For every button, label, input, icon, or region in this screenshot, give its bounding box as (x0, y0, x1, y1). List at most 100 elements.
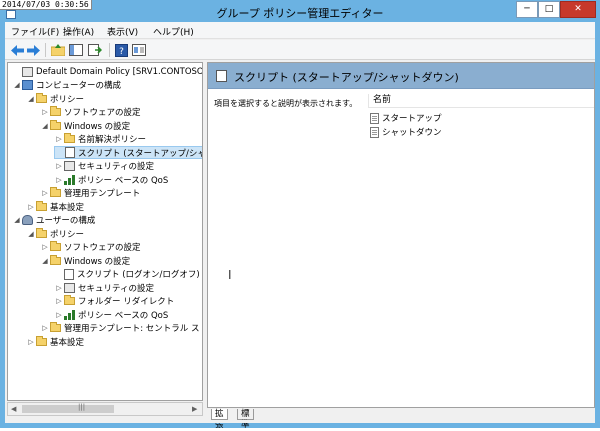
list-item-shutdown[interactable]: シャットダウン (370, 126, 442, 138)
script-file-icon (370, 112, 379, 124)
folder-icon (36, 227, 47, 238)
list-item-startup[interactable]: スタートアップ (370, 112, 442, 124)
user-icon (22, 215, 33, 225)
tree-node[interactable]: ▷ 名前解決ポリシー (54, 133, 146, 146)
collapse-icon[interactable]: ◢ (12, 216, 22, 224)
menu-view[interactable]: 表示(V) (107, 25, 138, 38)
tree-node[interactable]: ▷ セキュリティの設定 (54, 160, 154, 173)
menu-help[interactable]: ヘルプ(H) (153, 25, 194, 38)
console-tree-icon[interactable] (68, 42, 84, 58)
expand-icon[interactable]: ▷ (54, 135, 64, 143)
tree-node[interactable]: Default Domain Policy [SRV1.CONTOSO. (12, 65, 202, 78)
up-folder-icon[interactable] (50, 42, 66, 58)
tree-node-label: ソフトウェアの設定 (64, 108, 141, 118)
collapse-icon[interactable]: ◢ (26, 230, 36, 238)
column-header-name[interactable]: 名前 (368, 94, 594, 108)
tree-node-label: ユーザーの構成 (36, 216, 96, 226)
list-item-label: スタートアップ (382, 114, 442, 124)
tree-node-label: スクリプト (スタートアップ/シャットダ (78, 148, 202, 159)
menu-action[interactable]: 操作(A) (63, 25, 94, 38)
tree-node[interactable]: ▷ ポリシー ベースの QoS (54, 308, 168, 321)
tree-node[interactable]: ◢ ポリシー (26, 227, 84, 240)
menu-bar: ファイル(F) 操作(A) 表示(V) ヘルプ(H) (5, 22, 595, 39)
expand-icon[interactable]: ▷ (40, 324, 50, 332)
expand-icon[interactable]: ▷ (26, 203, 36, 211)
expand-icon[interactable]: ▷ (54, 297, 64, 305)
expand-icon[interactable]: ▷ (40, 243, 50, 251)
tree-node-label: 管理用テンプレート: セントラル ストアか (64, 324, 202, 334)
tree-node[interactable]: ▷ ソフトウェアの設定 (40, 106, 141, 119)
console-tree[interactable]: Default Domain Policy [SRV1.CONTOSO. ◢ コンピ… (7, 62, 203, 401)
tree-node[interactable]: ▷ 基本設定 (26, 335, 84, 348)
client-area: ファイル(F) 操作(A) 表示(V) ヘルプ(H) ? Default Dom… (5, 22, 595, 430)
tree-node-label: 基本設定 (50, 337, 85, 348)
tree-node[interactable]: ◢ ポリシー (26, 92, 84, 105)
scroll-grip: ||| (78, 403, 86, 411)
tree-node-label: セキュリティの設定 (78, 283, 154, 294)
text-cursor-icon: I (228, 268, 232, 282)
tree-node[interactable]: ▷ セキュリティの設定 (54, 281, 154, 294)
qos-chart-icon (64, 309, 75, 320)
details-header: スクリプト (スタートアップ/シャットダウン) (208, 63, 594, 89)
tree-node[interactable]: ▷ 管理用テンプレート: セントラル ストアか (40, 322, 202, 335)
tree-node[interactable]: ▷ フォルダー リダイレクト (54, 295, 174, 308)
folder-icon (36, 92, 47, 103)
timestamp-overlay: 2014/07/03 0:30:56 (0, 0, 92, 10)
tree-node-label: ポリシー ベースの QoS (78, 310, 169, 321)
minimize-button[interactable]: ─ (516, 1, 538, 18)
tree-node-label: ポリシー ベースの QoS (78, 175, 169, 186)
help-icon[interactable]: ? (113, 42, 129, 58)
script-doc-icon (216, 70, 227, 82)
details-pane: スクリプト (スタートアップ/シャットダウン) 項目を選択すると説明が表示されま… (207, 62, 595, 408)
description-text: 項目を選択すると説明が表示されます。 (214, 99, 358, 108)
tree-node-label: Windows の設定 (64, 256, 131, 267)
scroll-thumb[interactable]: ||| (22, 403, 114, 413)
tree-node[interactable]: スクリプト (スタートアップ/シャットダ (54, 146, 202, 159)
tree-node[interactable]: スクリプト (ログオン/ログオフ) (54, 268, 200, 281)
maximize-button[interactable]: □ (538, 1, 560, 18)
tree-node[interactable]: ▷ 基本設定 (26, 200, 84, 213)
expand-icon[interactable]: ▷ (40, 108, 50, 116)
collapse-icon[interactable]: ◢ (26, 95, 36, 103)
expand-icon[interactable]: ▷ (54, 284, 64, 292)
close-button[interactable]: ✕ (560, 1, 596, 18)
tab-extended[interactable]: 拡張 (211, 409, 228, 430)
script-doc-icon (64, 268, 74, 280)
script-file-icon (370, 126, 379, 138)
expand-icon[interactable]: ▷ (54, 311, 64, 319)
qos-chart-icon (64, 174, 75, 185)
tree-node[interactable]: ◢ ユーザーの構成 (12, 214, 95, 227)
tree-node[interactable]: ◢ Windows の設定 (40, 254, 130, 267)
tree-node[interactable]: ▷ 管理用テンプレート (40, 187, 140, 200)
properties-view-icon[interactable] (131, 42, 147, 58)
menu-file[interactable]: ファイル(F) (11, 25, 59, 38)
tab-standard[interactable]: 標準 (237, 409, 254, 430)
expand-icon[interactable]: ▷ (54, 176, 64, 184)
window: グループ ポリシー管理エディター ─ □ ✕ 2014/07/03 0:30:5… (0, 0, 600, 430)
tree-node[interactable]: ▷ ポリシー ベースの QoS (54, 173, 168, 186)
folder-icon (50, 106, 61, 116)
expand-icon[interactable]: ▷ (40, 189, 50, 197)
scroll-right-icon[interactable]: ▶ (192, 405, 197, 413)
tree-node-label: コンピューターの構成 (36, 81, 122, 91)
collapse-icon[interactable]: ◢ (40, 122, 50, 130)
tree-node-label: フォルダー リダイレクト (78, 297, 175, 307)
collapse-icon[interactable]: ◢ (40, 257, 50, 265)
policy-icon (64, 161, 75, 171)
folder-icon (64, 295, 75, 305)
policy-icon (22, 66, 33, 77)
expand-icon[interactable]: ▷ (54, 162, 64, 170)
tree-node[interactable]: ▷ ソフトウェアの設定 (40, 241, 141, 254)
scroll-left-icon[interactable]: ◀ (11, 405, 16, 413)
tree-node-label: 管理用テンプレート (64, 189, 141, 199)
expand-icon[interactable]: ▷ (26, 338, 36, 346)
computer-icon (22, 80, 33, 90)
collapse-icon[interactable]: ◢ (12, 81, 22, 89)
folder-icon (50, 241, 61, 251)
tree-node[interactable]: ◢ Windows の設定 (40, 119, 130, 132)
forward-arrow-icon[interactable] (25, 42, 41, 58)
tree-node[interactable]: ◢ コンピューターの構成 (12, 79, 121, 92)
export-list-icon[interactable] (87, 42, 103, 58)
horizontal-scrollbar[interactable]: ◀ ||| ▶ (7, 402, 203, 416)
back-arrow-icon[interactable] (9, 42, 25, 58)
